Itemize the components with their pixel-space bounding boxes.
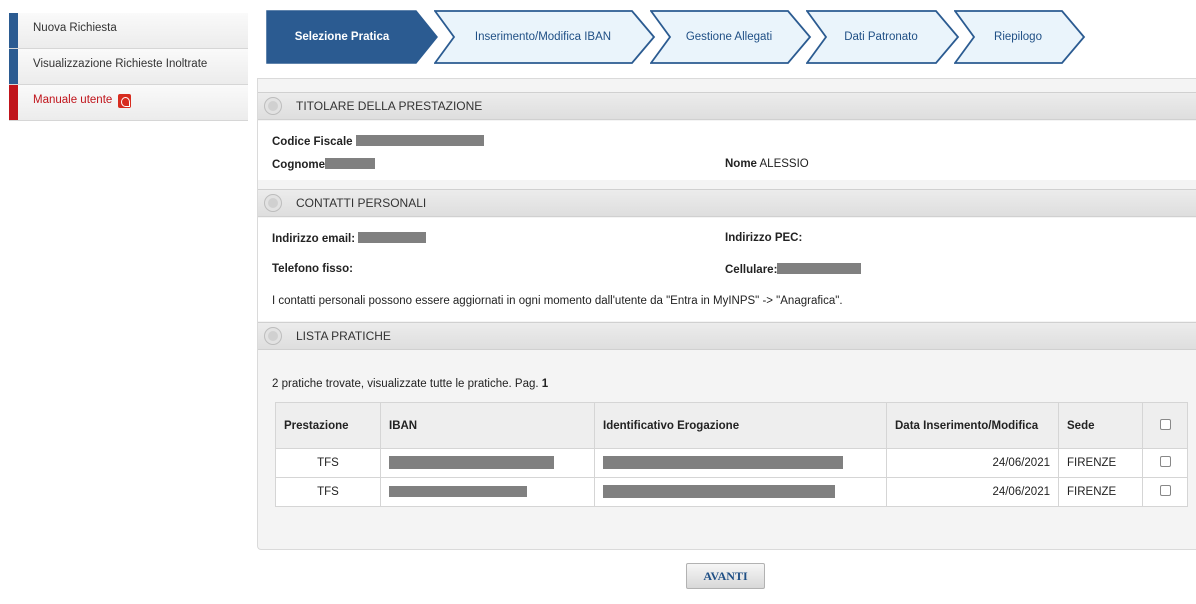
column-header-data: Data Inserimento/Modifica [886, 402, 1059, 449]
step-dati-patronato[interactable]: Dati Patronato [806, 10, 960, 64]
section-bullet-icon [264, 194, 282, 212]
page-number: 1 [541, 378, 549, 390]
nome-label: Nome [725, 158, 757, 170]
cell-data: 24/06/2021 [886, 477, 1059, 507]
codice-fiscale-field: Codice Fiscale [272, 135, 484, 148]
redacted-value [389, 485, 527, 497]
column-header-identificativo: Identificativo Erogazione [594, 402, 887, 449]
redacted-value [603, 484, 835, 498]
section-header-titolare: TITOLARE DELLA PRESTAZIONE [258, 92, 1196, 120]
cellulare-label: Cellulare: [725, 264, 778, 276]
nome-value: ALESSIO [759, 158, 809, 170]
pratiche-summary: 2 pratiche trovate, visualizzate tutte l… [272, 378, 548, 390]
cell-sede: FIRENZE [1058, 477, 1143, 507]
cell-select [1142, 448, 1188, 478]
sidebar-item-label: Visualizzazione Richieste Inoltrate [33, 58, 208, 70]
codice-fiscale-label: Codice Fiscale [272, 136, 353, 148]
sidebar: Nuova Richiesta Visualizzazione Richiest… [9, 13, 248, 121]
email-label: Indirizzo email: [272, 233, 356, 245]
pratiche-summary-text: 2 pratiche trovate, visualizzate tutte l… [272, 378, 539, 390]
cell-iban [380, 448, 595, 478]
step-label: Riepilogo [994, 31, 1042, 43]
step-label: Selezione Pratica [294, 31, 390, 43]
sidebar-item-label: Manuale utente [33, 94, 113, 106]
step-label: Dati Patronato [844, 31, 918, 43]
telefono-label: Telefono fisso: [272, 263, 353, 275]
select-all-checkbox[interactable] [1159, 418, 1171, 430]
section-body-titolare: Codice Fiscale Cognome Nome ALESSIO [258, 121, 1196, 180]
table-row[interactable]: TFS 24/06/2021 FIRENZE [275, 448, 1188, 478]
cell-identificativo [594, 477, 887, 507]
redacted-value [603, 455, 843, 469]
row-checkbox[interactable] [1159, 485, 1171, 496]
column-header-prestazione: Prestazione [275, 402, 381, 449]
sidebar-item-richieste-inoltrate[interactable]: Visualizzazione Richieste Inoltrate [9, 49, 248, 85]
cellulare-field: Cellulare: [725, 263, 862, 276]
section-title: TITOLARE DELLA PRESTAZIONE [296, 99, 483, 113]
step-selezione-pratica[interactable]: Selezione Pratica [266, 10, 439, 64]
section-header-pratiche: LISTA PRATICHE [258, 322, 1196, 350]
section-bullet-icon [264, 327, 282, 345]
step-label: Gestione Allegati [685, 31, 773, 43]
section-bullet-icon [264, 97, 282, 115]
column-header-sede: Sede [1058, 402, 1143, 449]
pratiche-table: Prestazione IBAN Identificativo Erogazio… [275, 402, 1188, 507]
redacted-value [389, 455, 554, 469]
redacted-value [325, 158, 376, 169]
table-header-row: Prestazione IBAN Identificativo Erogazio… [275, 402, 1188, 449]
section-title: LISTA PRATICHE [296, 329, 391, 343]
section-title: CONTATTI PERSONALI [296, 196, 427, 210]
sidebar-item-manuale-utente[interactable]: Manuale utente [9, 85, 248, 121]
cognome-field: Cognome [272, 158, 376, 171]
cell-select [1142, 477, 1188, 507]
pdf-icon [118, 94, 132, 108]
redacted-value [777, 263, 862, 274]
contatti-note: I contatti personali possono essere aggi… [272, 295, 843, 307]
step-gestione-allegati[interactable]: Gestione Allegati [650, 10, 812, 64]
column-header-iban: IBAN [380, 402, 595, 449]
redacted-value [358, 232, 427, 243]
main-panel: TITOLARE DELLA PRESTAZIONE Codice Fiscal… [257, 78, 1196, 550]
row-checkbox[interactable] [1159, 456, 1171, 467]
cognome-label: Cognome [272, 159, 326, 171]
nome-field: Nome ALESSIO [725, 158, 809, 170]
redacted-value [355, 135, 484, 146]
table-row[interactable]: TFS 24/06/2021 FIRENZE [275, 477, 1188, 507]
cell-sede: FIRENZE [1058, 448, 1143, 478]
section-header-contatti: CONTATTI PERSONALI [258, 189, 1196, 217]
step-riepilogo[interactable]: Riepilogo [954, 10, 1086, 64]
telefono-field: Telefono fisso: [272, 263, 353, 275]
section-body-contatti: Indirizzo email: Indirizzo PEC: Telefono… [258, 218, 1196, 321]
column-header-select-all [1142, 402, 1188, 449]
pec-label: Indirizzo PEC: [725, 232, 803, 244]
cell-prestazione: TFS [275, 448, 381, 478]
email-field: Indirizzo email: [272, 232, 427, 245]
step-inserimento-iban[interactable]: Inserimento/Modifica IBAN [434, 10, 656, 64]
cell-identificativo [594, 448, 887, 478]
cell-prestazione: TFS [275, 477, 381, 507]
avanti-button[interactable]: AVANTI [686, 563, 765, 589]
cell-data: 24/06/2021 [886, 448, 1059, 478]
cell-iban [380, 477, 595, 507]
sidebar-item-label: Nuova Richiesta [33, 22, 117, 34]
pec-field: Indirizzo PEC: [725, 232, 802, 244]
step-label: Inserimento/Modifica IBAN [474, 31, 612, 43]
sidebar-item-nuova-richiesta[interactable]: Nuova Richiesta [9, 13, 248, 49]
